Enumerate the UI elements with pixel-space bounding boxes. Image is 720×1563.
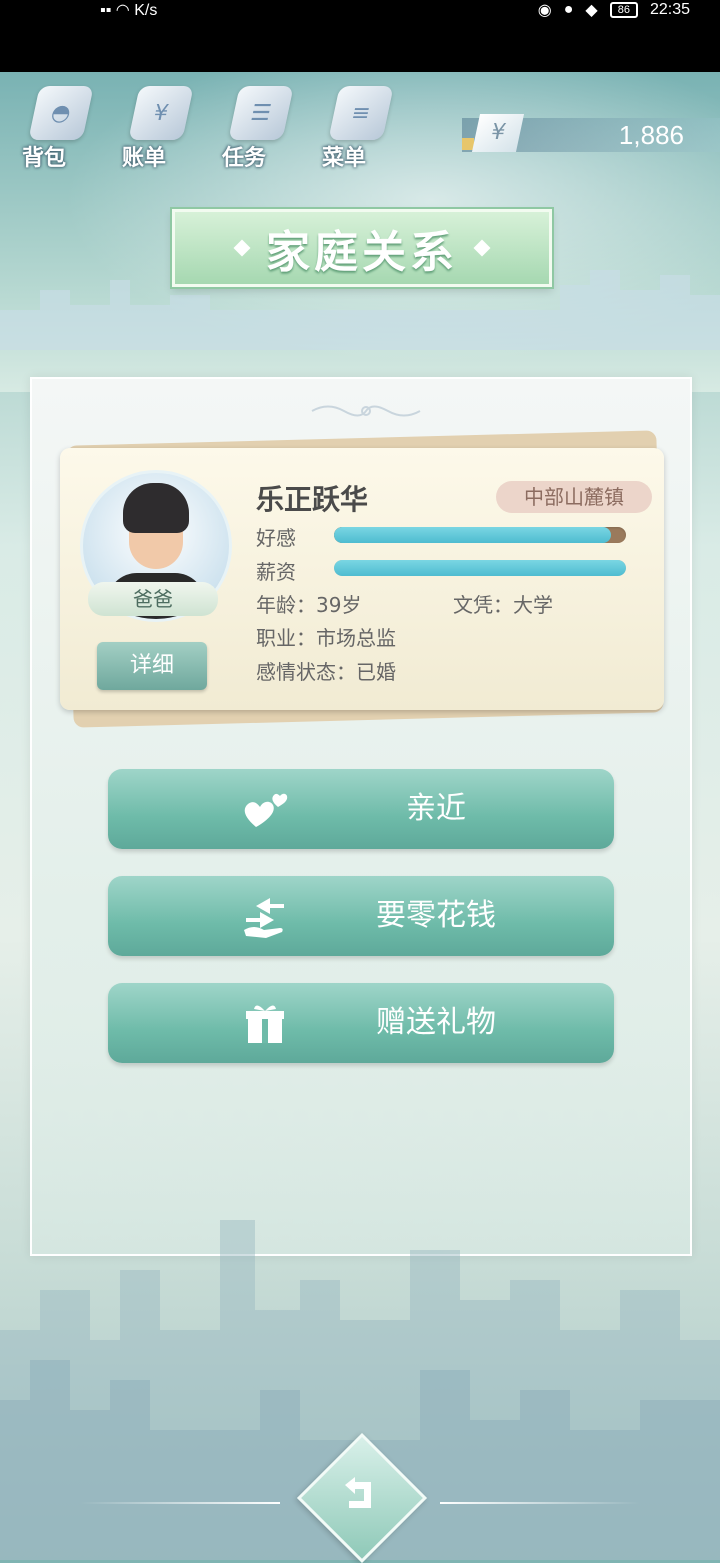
job-text: 职业：市场总监 [256, 626, 396, 650]
diamond-icon [473, 239, 491, 257]
favor-bar [334, 527, 626, 543]
status-bar: ▪︎▪︎ ◠ K/s ◉ ● ◆ 86 22:35 [0, 0, 720, 72]
currency-display: ¥ 1,886 [462, 114, 720, 152]
eye-icon: ◉ [537, 2, 552, 19]
salary-bar [334, 560, 626, 576]
menu-bill-label: 账单 [122, 146, 167, 171]
detail-button[interactable]: 详细 [97, 642, 207, 690]
education-text: 文凭：大学 [453, 593, 553, 617]
bill-icon: ¥ [128, 86, 194, 140]
member-name: 乐正跃华 [256, 483, 369, 516]
location-badge: 中部山麓镇 [496, 481, 652, 513]
page-title: 家庭关系 [266, 227, 458, 278]
get-close-button[interactable]: 亲近 [108, 769, 614, 849]
mute-icon: ◆ [585, 2, 598, 19]
salary-label: 薪资 [256, 560, 296, 584]
page-title-banner: 家庭关系 [172, 209, 552, 287]
menu-menu-button[interactable]: ≡ 菜单 [320, 82, 394, 172]
get-close-label: 亲近 [406, 791, 466, 826]
diamond-icon [233, 239, 251, 257]
decor-line-right [440, 1502, 640, 1504]
back-arrow-icon [345, 1477, 371, 1508]
menu-bill-button[interactable]: ¥ 账单 [120, 82, 194, 172]
age-text: 年龄：39岁 [256, 593, 362, 617]
bag-icon: ◓ [28, 86, 94, 140]
menu-task-label: 任务 [222, 146, 267, 171]
menu-menu-label: 菜单 [322, 146, 367, 171]
top-menu: ◓ 背包 ¥ 账单 ☰ 任务 ≡ 菜单 [20, 82, 394, 172]
alarm-icon: ● [563, 1, 574, 18]
menu-bag-button[interactable]: ◓ 背包 [20, 82, 94, 172]
decor-line-left [80, 1502, 280, 1504]
menu-icon: ≡ [328, 86, 394, 140]
give-gift-button[interactable]: 赠送礼物 [108, 983, 614, 1063]
status-icons: ◉ ● ◆ 86 22:35 [538, 0, 690, 20]
task-icon: ☰ [228, 86, 294, 140]
network-speed: ▪︎▪︎ ◠ K/s [100, 2, 158, 19]
pocket-money-label: 要零花钱 [376, 898, 496, 933]
role-tag: 爸爸 [88, 582, 218, 616]
menu-bag-label: 背包 [22, 146, 67, 171]
favor-bar-fill [334, 527, 612, 543]
favor-label: 好感 [256, 526, 296, 550]
battery-icon: 86 [609, 2, 638, 18]
relationship-text: 感情状态：已婚 [256, 660, 396, 684]
currency-amount: 1,886 [618, 120, 684, 150]
pocket-money-button[interactable]: 要零花钱 [108, 876, 614, 956]
ornament-icon [311, 405, 421, 417]
yen-icon: ¥ [471, 114, 525, 152]
salary-bar-fill [334, 560, 626, 576]
clock: 22:35 [649, 1, 690, 18]
menu-task-button[interactable]: ☰ 任务 [220, 82, 294, 172]
give-gift-label: 赠送礼物 [376, 1005, 496, 1040]
signal-icon: ▪︎▪︎ ◠ [100, 2, 135, 19]
